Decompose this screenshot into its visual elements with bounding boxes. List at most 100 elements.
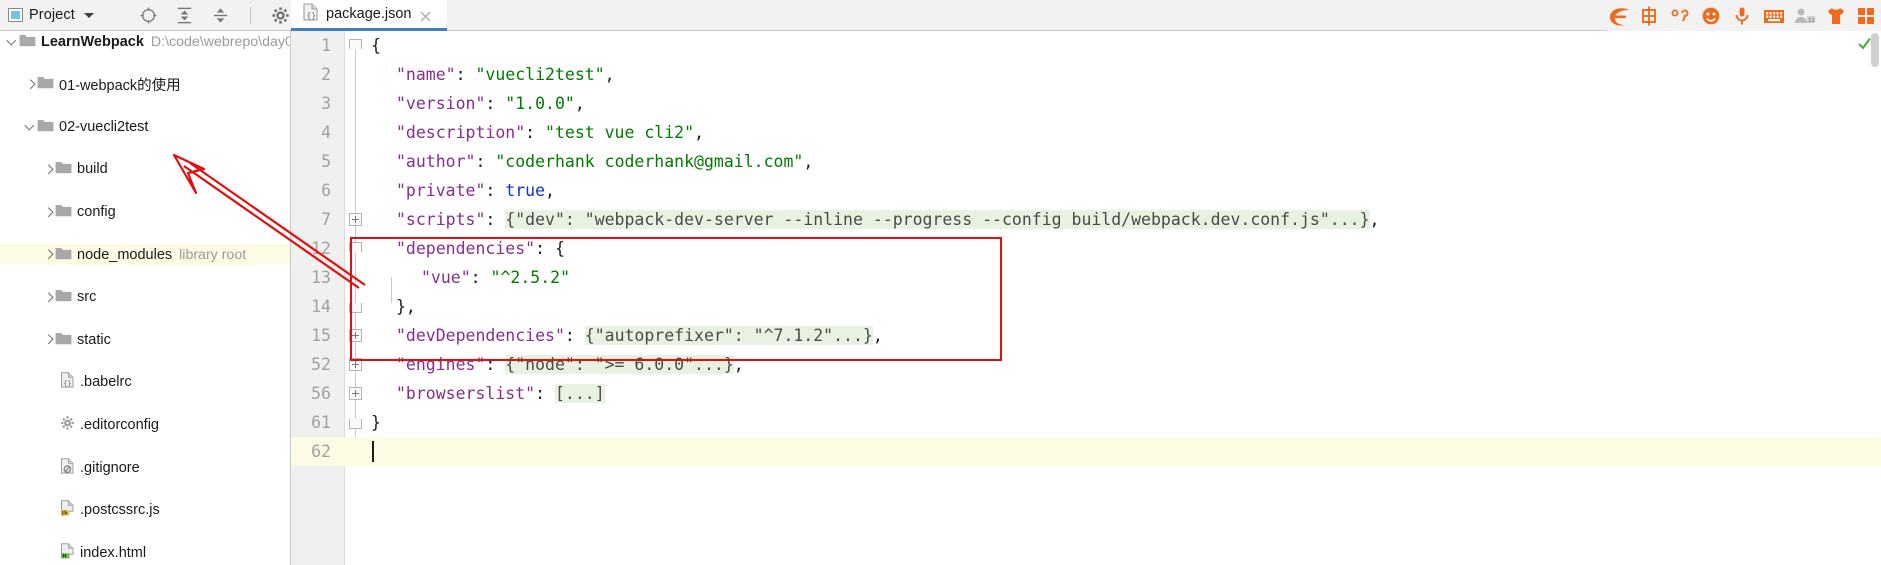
editor-scrollbar-thumb[interactable] — [1871, 33, 1879, 67]
fold-expand-icon[interactable] — [349, 329, 362, 342]
punctuation-icon[interactable] — [1669, 5, 1691, 27]
fold-toggle-icon[interactable] — [349, 416, 362, 429]
folder-icon — [55, 331, 72, 349]
code-line-62[interactable]: 62 — [291, 437, 1881, 466]
chinese-mode-icon[interactable] — [1638, 5, 1660, 27]
locate-icon[interactable] — [139, 6, 158, 25]
chevron-down-icon[interactable] — [83, 12, 94, 18]
chevron-right-icon[interactable] — [42, 206, 55, 219]
code-text: "devDependencies": {"autoprefixer": "^7.… — [396, 326, 883, 345]
line-number: 61 — [311, 413, 331, 432]
code-line-14[interactable]: 14 }, — [291, 292, 1881, 321]
close-icon[interactable] — [420, 9, 431, 21]
fold-toggle-icon[interactable] — [349, 242, 362, 255]
chevron-right-icon[interactable] — [42, 291, 55, 304]
collapse-all-icon[interactable] — [211, 6, 230, 25]
tree-node-postcssrc-js[interactable]: JS .postcssrc.js — [0, 500, 290, 521]
code-line-12[interactable]: 12 "dependencies": { — [291, 234, 1881, 263]
tree-node-babelrc[interactable]: {} .babelrc — [0, 372, 290, 393]
skin-icon[interactable] — [1824, 5, 1846, 27]
svg-text:{}: {} — [63, 380, 71, 388]
chevron-right-icon[interactable] — [42, 248, 55, 261]
tree-node-label: .babelrc — [80, 374, 132, 391]
code-line-2[interactable]: 2 "name": "vuecli2test", — [291, 60, 1881, 89]
tree-node-editorconfig[interactable]: .editorconfig — [0, 414, 290, 435]
code-line-52[interactable]: 52 "engines": {"node": ">= 6.0.0"...}, — [291, 350, 1881, 379]
settings-gear-icon[interactable] — [271, 6, 290, 25]
line-number: 13 — [311, 268, 331, 287]
folder-icon — [55, 288, 72, 306]
tab-package-json[interactable]: {} package.json — [291, 0, 447, 31]
fold-expand-icon[interactable] — [349, 213, 362, 226]
chevron-right-icon[interactable] — [42, 333, 55, 346]
project-tree[interactable]: LearnWebpack D:\code\webrepo\day04 01-we… — [0, 31, 291, 565]
tree-node-config[interactable]: config — [0, 201, 290, 222]
tree-node-label: config — [77, 204, 116, 221]
code-line-56[interactable]: 56 "browserslist": [...] — [291, 379, 1881, 408]
project-panel-title-group[interactable]: Project — [0, 0, 94, 31]
code-text: "name": "vuecli2test", — [396, 65, 615, 84]
json-file-icon: {} — [60, 372, 75, 392]
line-number: 7 — [321, 210, 331, 229]
code-line-4[interactable]: 4 "description": "test vue cli2", — [291, 118, 1881, 147]
fold-expand-icon[interactable] — [349, 358, 362, 371]
tree-node-src[interactable]: src — [0, 287, 290, 308]
tree-node-static[interactable]: static — [0, 329, 290, 350]
folder-icon — [37, 75, 54, 93]
fold-toggle-icon[interactable] — [349, 39, 362, 52]
chevron-right-icon[interactable] — [42, 163, 55, 176]
code-line-15[interactable]: 15 "devDependencies": {"autoprefixer": "… — [291, 321, 1881, 350]
tree-node-index-html[interactable]: H index.html — [0, 542, 290, 563]
sogou-logo-icon[interactable] — [1607, 5, 1629, 27]
folder-icon — [55, 203, 72, 221]
tree-node-label: 01-webpack的使用 — [59, 77, 181, 94]
code-text: "private": true, — [396, 181, 555, 200]
tree-node-build[interactable]: build — [0, 159, 290, 180]
folder-icon — [19, 33, 36, 51]
tree-node-label: 02-vuecli2test — [59, 118, 149, 135]
apps-grid-icon[interactable] — [1855, 5, 1877, 27]
code-text: { — [371, 36, 381, 55]
line-number: 62 — [311, 442, 331, 461]
folder-icon — [55, 246, 72, 264]
tree-node-label: static — [77, 331, 111, 348]
code-text: "description": "test vue cli2", — [396, 123, 704, 142]
emoji-icon[interactable] — [1700, 5, 1722, 27]
tree-node-node-modules[interactable]: node_modules library root — [0, 243, 290, 266]
chevron-down-icon[interactable] — [24, 120, 37, 133]
line-number: 2 — [321, 65, 331, 84]
voice-input-icon[interactable] — [1731, 5, 1753, 27]
line-number: 3 — [321, 94, 331, 113]
code-text: }, — [396, 297, 416, 316]
folder-icon — [55, 160, 72, 178]
code-line-6[interactable]: 6 "private": true, — [291, 176, 1881, 205]
tree-node-learnwebpack[interactable]: LearnWebpack D:\code\webrepo\day04 — [0, 31, 290, 52]
text-caret — [372, 441, 374, 462]
code-line-5[interactable]: 5 "author": "coderhank coderhank@gmail.c… — [291, 147, 1881, 176]
tree-node-gitignore[interactable]: .gitignore — [0, 457, 290, 478]
code-line-13[interactable]: 13 "vue": "^2.5.2" — [291, 263, 1881, 292]
code-text: "author": "coderhank coderhank@gmail.com… — [396, 152, 814, 171]
tree-node-label: build — [77, 161, 108, 178]
inspection-ok-checkmark-icon[interactable] — [1857, 36, 1872, 55]
tree-node-label: node_modules — [77, 246, 173, 263]
chevron-down-icon[interactable] — [6, 35, 19, 48]
tree-node-01-webpack[interactable]: 01-webpack的使用 — [0, 74, 290, 95]
keyboard-icon[interactable] — [1762, 5, 1784, 27]
tree-node-02-vuecli2test[interactable]: 02-vuecli2test — [0, 116, 290, 137]
tree-node-library-root-tag: library root — [179, 246, 247, 263]
gear-file-icon — [60, 415, 75, 435]
folder-icon — [37, 118, 54, 136]
user-card-icon[interactable]: 12 — [1793, 5, 1815, 27]
line-number: 1 — [321, 36, 331, 55]
expand-all-icon[interactable] — [175, 6, 194, 25]
code-line-7[interactable]: 7 "scripts": {"dev": "webpack-dev-server… — [291, 205, 1881, 234]
code-line-1[interactable]: 1 { — [291, 31, 1881, 60]
code-line-3[interactable]: 3 "version": "1.0.0", — [291, 89, 1881, 118]
code-editor[interactable]: 1 { 2 "name": "vuecli2test", 3 "version"… — [291, 31, 1881, 565]
ide-window: Project {} package.json 12 LearnWebpack … — [0, 0, 1881, 565]
code-line-61[interactable]: 61 } — [291, 408, 1881, 437]
chevron-right-icon[interactable] — [24, 78, 37, 91]
fold-toggle-icon[interactable] — [349, 300, 362, 313]
fold-expand-icon[interactable] — [349, 387, 362, 400]
